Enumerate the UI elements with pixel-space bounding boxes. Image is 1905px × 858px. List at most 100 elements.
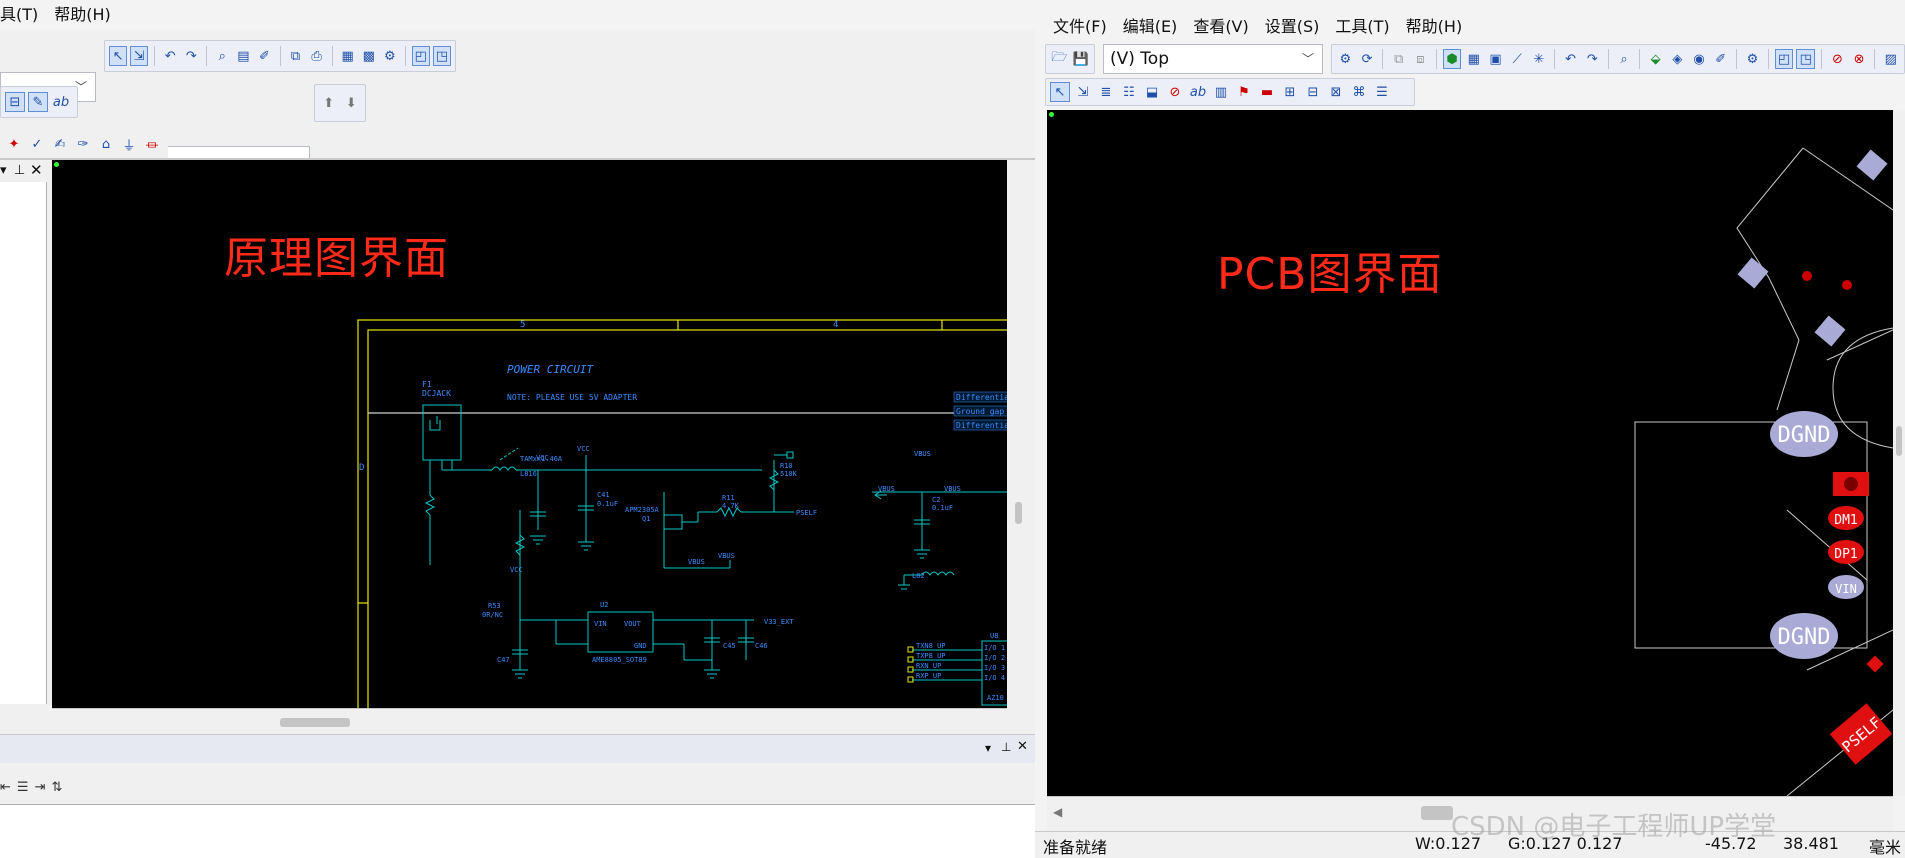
scroll-left-icon[interactable]: ◀ [1053,805,1062,819]
label-icon[interactable]: ⊟ [5,92,25,112]
chart-icon[interactable]: ▦ [339,46,357,66]
copy-icon[interactable]: ⧉ [286,46,304,66]
chart-alt-icon[interactable]: ▩ [360,46,378,66]
q1-label: Q1 [642,515,650,523]
menu-help[interactable]: 帮助(H) [46,0,119,30]
select-area-icon[interactable]: ⇲ [1073,82,1093,102]
bus-icon[interactable]: ✍ [50,134,70,154]
settings-icon[interactable]: ⚙ [381,46,399,66]
ground-icon[interactable]: ⏚ [119,134,139,154]
ruler-icon[interactable]: ⬙ [1646,49,1665,69]
route-icon[interactable]: ⬢ [1442,49,1462,69]
dimension-icon[interactable]: ⊟ [1303,82,1323,102]
arrow-down-icon[interactable]: ⬇ [342,93,362,113]
chevron-down-icon[interactable]: ▾ [0,163,7,178]
window-icon[interactable]: ◰ [411,46,430,66]
menu-file[interactable]: 文件(F) [1045,12,1115,42]
window-icon[interactable]: ◰ [1774,49,1794,69]
pin-icon[interactable]: ⊥ [14,163,25,178]
h-scroll-thumb[interactable] [280,718,350,727]
close-icon[interactable]: ✕ [1017,739,1028,754]
add-part-icon[interactable]: ✦ [4,134,24,154]
bars-icon[interactable]: ▥ [1211,82,1231,102]
gear-icon[interactable]: ⚙ [1743,49,1762,69]
zoom-icon[interactable]: ⌕ [213,46,231,66]
junction-icon[interactable]: ⏛ [142,134,162,154]
pcb-v-scrollbar[interactable] [1893,110,1905,796]
trace-icon[interactable]: ⟋ [1508,49,1527,69]
paste-icon[interactable]: ⧈ [1411,49,1430,69]
copper-icon[interactable]: ▬ [1257,82,1277,102]
via-icon[interactable]: ✳ [1530,49,1549,69]
properties-icon[interactable]: ▤ [234,46,252,66]
v-scroll-thumb[interactable] [1896,426,1902,456]
keepout-icon[interactable]: ⊞ [1280,82,1300,102]
chevron-down-icon[interactable]: ▾ [985,741,991,755]
fill-icon[interactable]: ◉ [1690,49,1709,69]
menu-help[interactable]: 帮助(H) [1398,12,1471,42]
pcb-canvas[interactable]: PCB图界面 DGND DM1 DP1 VIN DGND PSELF [1047,110,1893,796]
window-alt-icon[interactable]: ◳ [432,46,451,66]
v-scroll-thumb[interactable] [1015,502,1022,524]
brush-icon[interactable]: ✐ [255,46,273,66]
menu-tools[interactable]: 具(T) [0,0,46,30]
layer-select[interactable]: (V) Top ﹀ [1103,44,1323,74]
image-icon[interactable]: ⊠ [1326,82,1346,102]
pad-dp1-label: DP1 [1834,547,1857,562]
save-icon[interactable]: 💾 [1072,49,1091,69]
sort-icon[interactable]: ⇅ [51,780,62,795]
redo-icon[interactable]: ↷ [182,46,200,66]
grid-icon[interactable]: ▦ [1464,49,1483,69]
report-icon[interactable]: ▨ [1881,49,1900,69]
brush-icon[interactable]: ✐ [1711,49,1730,69]
pen-icon[interactable]: ✎ [28,92,48,112]
no-connect-icon[interactable]: ⊘ [1165,82,1185,102]
power-icon[interactable]: ⌂ [96,134,116,154]
select-arrow-icon[interactable]: ↖ [109,46,128,66]
print-icon[interactable]: ⎙ [308,46,326,66]
select-filter-icon[interactable]: ⇲ [130,46,149,66]
list-icon[interactable]: ☰ [1372,82,1392,102]
l816-label: L816 [520,470,537,478]
net-icon[interactable]: ✑ [73,134,93,154]
schematic-canvas[interactable]: 原理图界面 5 4 D POWER CIRCUIT NOTE: PLEASE U… [52,160,1007,708]
schematic-v-scrollbar[interactable] [1007,160,1029,708]
arrow-up-icon[interactable]: ⬆ [319,93,339,113]
undo-icon[interactable]: ↶ [161,46,179,66]
layer-settings-icon[interactable]: ⚙ [1336,49,1355,69]
outdent-icon[interactable]: ⇥ [35,780,46,795]
menu-view[interactable]: 查看(V) [1185,12,1256,42]
undo-icon[interactable]: ↶ [1561,49,1580,69]
pad-red-hole [1844,477,1858,491]
drc-alt-icon[interactable]: ⊗ [1850,49,1869,69]
close-icon[interactable]: ✕ [30,161,43,179]
project-tree-panel[interactable] [0,182,47,704]
redo-icon[interactable]: ↷ [1583,49,1602,69]
watermark: CSDN @电子工程师UP学堂 [1451,812,1777,842]
dxf-icon[interactable]: ⌘ [1349,82,1369,102]
board-icon[interactable]: ▣ [1486,49,1505,69]
layers-icon[interactable]: ☷ [1119,82,1139,102]
copy-icon[interactable]: ⧉ [1389,49,1408,69]
layer-stack-icon[interactable]: ≣ [1096,82,1116,102]
refresh-icon[interactable]: ⟳ [1358,49,1377,69]
window-alt-icon[interactable]: ◳ [1796,49,1816,69]
pin-icon[interactable]: ⊥ [1001,740,1011,754]
list-icon[interactable]: ☰ [17,780,29,795]
wire-icon[interactable]: ✓ [27,134,47,154]
flag-icon[interactable]: ⚑ [1234,82,1254,102]
h-scroll-thumb[interactable] [1421,806,1453,820]
open-icon[interactable]: 🗁 [1050,49,1069,69]
text-ab-icon[interactable]: ab [1188,82,1208,102]
text-ab-icon[interactable]: ab [51,92,71,112]
indent-icon[interactable]: ⇤ [0,780,11,795]
drc-icon[interactable]: ⊘ [1828,49,1847,69]
highlight-icon[interactable]: ◈ [1668,49,1687,69]
menu-edit[interactable]: 编辑(E) [1115,12,1186,42]
schematic-h-scrollbar[interactable] [52,708,1007,735]
zoom-icon[interactable]: ⌕ [1615,49,1634,69]
component-icon[interactable]: ⬓ [1142,82,1162,102]
menu-settings[interactable]: 设置(S) [1257,12,1328,42]
menu-tools[interactable]: 工具(T) [1327,12,1397,42]
select-arrow-icon[interactable]: ↖ [1050,82,1070,102]
